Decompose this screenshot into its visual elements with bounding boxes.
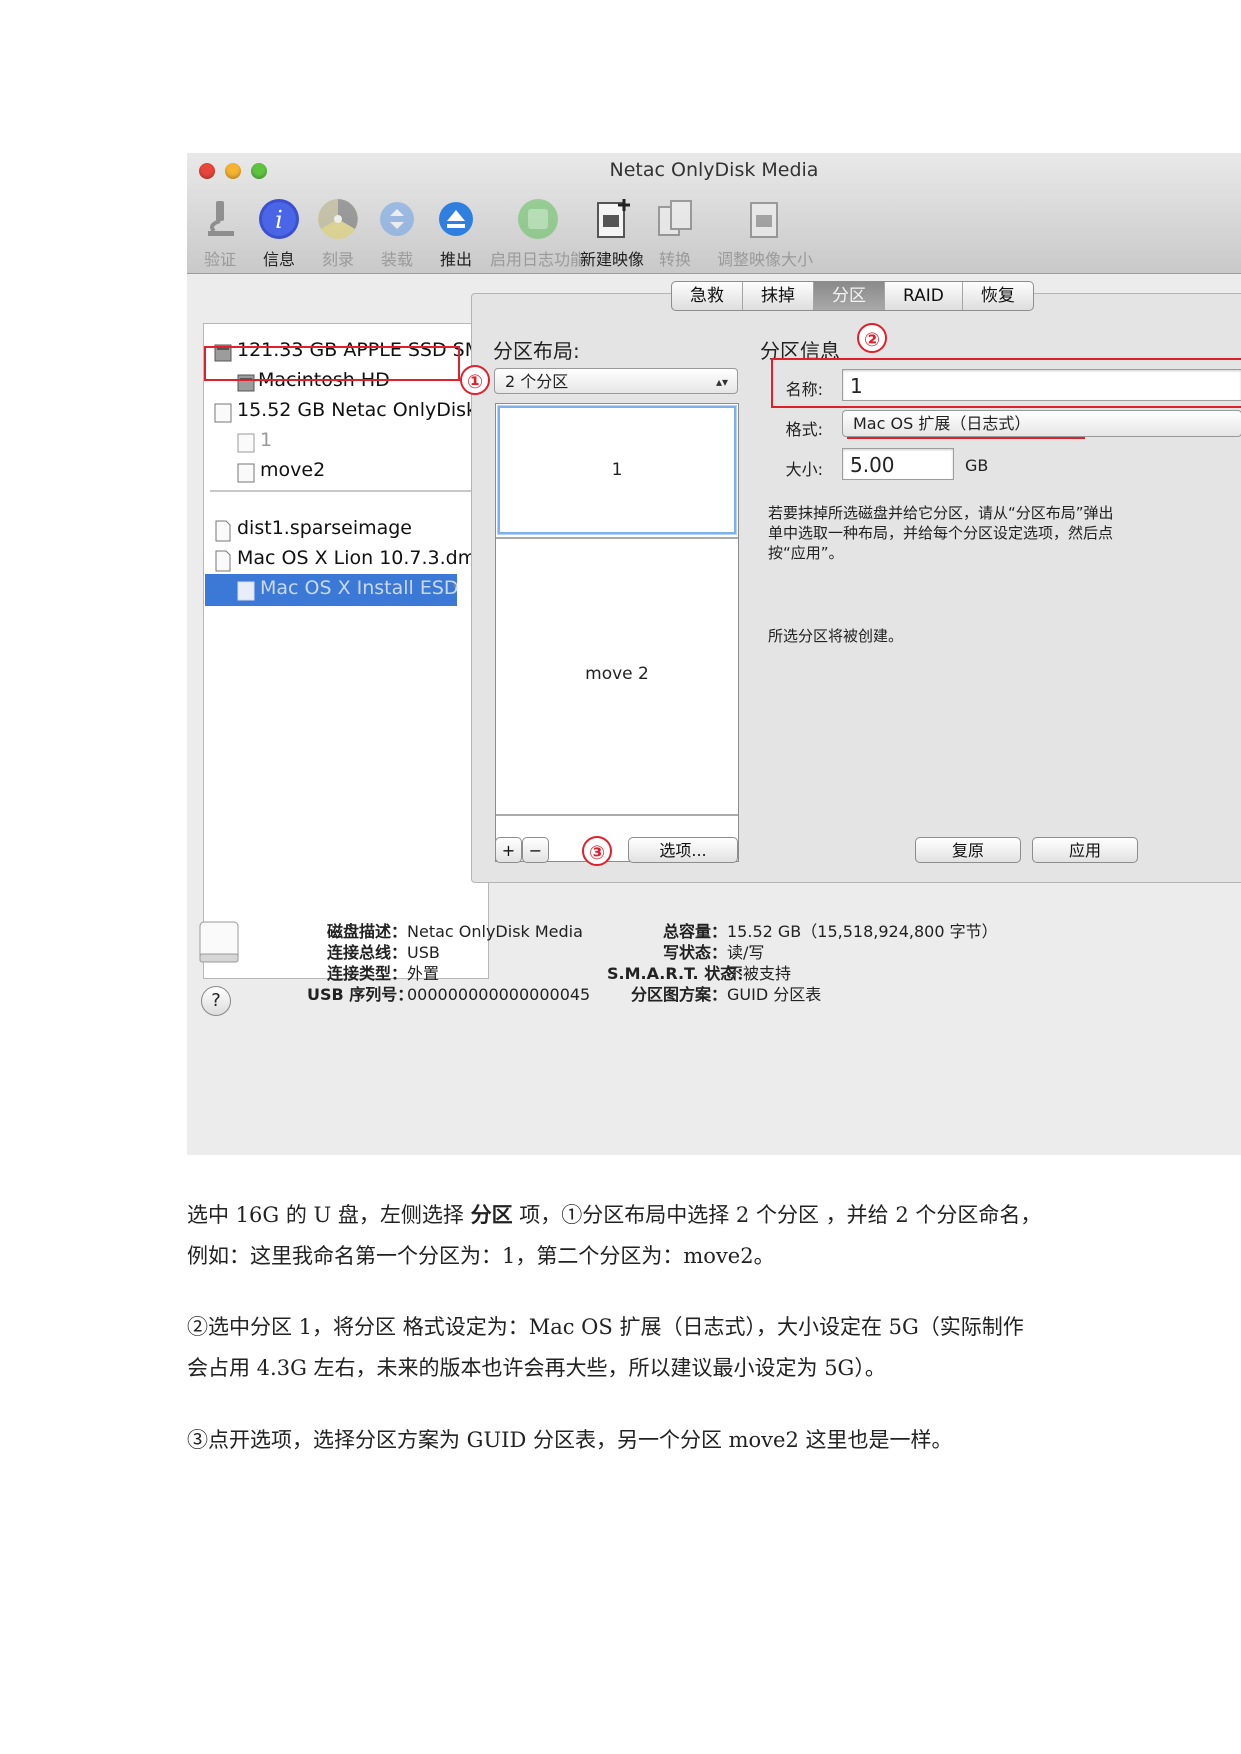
marker-1: ① — [460, 365, 490, 395]
format-underline — [847, 437, 1085, 439]
info-value: GUID 分区表 — [727, 985, 822, 1004]
image-item-dmg[interactable]: Mac OS X Lion 10.7.3.dmg — [204, 544, 488, 576]
toolbar-enable-journaling[interactable]: 启用日志功能 — [490, 197, 586, 273]
partition-name-input[interactable]: 1 — [842, 369, 1241, 401]
info-value: 000000000000000045 — [407, 985, 591, 1004]
tab-erase[interactable]: 抹掉 — [743, 282, 814, 310]
toolbar-convert[interactable]: 转换 — [644, 197, 706, 273]
remove-partition-button[interactable]: − — [522, 837, 549, 863]
partition-layout-map[interactable]: 1 move 2 — [495, 403, 739, 862]
volume-item-label: 1 — [260, 429, 273, 451]
revert-button[interactable]: 复原 — [915, 837, 1021, 863]
help-button[interactable]: ? — [201, 986, 231, 1016]
info-right-col: 总容量：15.52 GB（15,518,924,800 字节） 写状态：读/写 … — [607, 918, 1027, 1004]
instruction-paragraph-1: 选中 16G 的 U 盘，左侧选择 分区 项，①分区布局中选择 2 个分区 ，并… — [187, 1195, 1167, 1277]
image-item-label: dist1.sparseimage — [237, 517, 412, 539]
tab-first-aid[interactable]: 急救 — [672, 282, 743, 310]
title-bar: Netac OnlyDisk Media 验证 i 信息 刻录 装载 推出 启用… — [187, 153, 1241, 274]
partition-block-name: 1 — [611, 460, 623, 480]
svg-text:i: i — [275, 206, 283, 234]
help-line-3: 按“应用”。 — [768, 544, 844, 562]
volume-item-1[interactable]: 1 — [204, 426, 488, 458]
apply-button[interactable]: 应用 — [1032, 837, 1138, 863]
help-line-2: 单中选取一种布局，并给每个分区设定选项，然后点 — [768, 524, 1114, 542]
volume-icon — [237, 433, 255, 453]
image-item-sparseimage[interactable]: dist1.sparseimage — [204, 514, 488, 546]
disk-item-label: 15.52 GB Netac OnlyDisk... — [237, 399, 496, 421]
image-item-label: Mac OS X Lion 10.7.3.dmg — [237, 547, 489, 569]
tab-raid[interactable]: RAID — [885, 282, 963, 310]
partition-block-1[interactable]: 1 — [498, 406, 736, 534]
partition-layout-label: 分区布局: — [493, 339, 580, 363]
marker-2: ② — [857, 323, 887, 353]
add-partition-button[interactable]: + — [495, 837, 522, 863]
text-run: 选中 16G 的 U 盘，左侧选择 — [187, 1203, 471, 1227]
partition-free-area — [496, 814, 738, 816]
text-run: 项，①分区布局中选择 2 个分区 ，并给 2 个分区命名， — [512, 1203, 1042, 1227]
mount-icon — [380, 202, 414, 236]
help-line-1: 若要抹掉所选磁盘并给它分区，请从“分区布局”弹出 — [768, 504, 1114, 522]
external-disk-icon — [214, 403, 232, 423]
microscope-icon — [208, 201, 234, 236]
info-left-col: 磁盘描述：Netac OnlyDisk Media 连接总线：USB 连接类型：… — [307, 918, 591, 1004]
function-tabs: 急救 抹掉 分区 RAID 恢复 — [671, 281, 1034, 311]
marker-3: ③ — [582, 836, 612, 866]
instruction-line: 会占用 4.3G 左右，未来的版本也许会再大些，所以建议最小设定为 5G）。 — [187, 1356, 886, 1380]
partition-size-input[interactable]: 5.00 — [842, 448, 954, 480]
instruction-line: 选中 16G 的 U 盘，左侧选择 分区 项，①分区布局中选择 2 个分区 ，并… — [187, 1195, 1167, 1236]
volume-item-label: move2 — [260, 459, 326, 481]
journaling-icon — [518, 199, 558, 239]
volume-item-install-esd[interactable]: Mac OS X Install ESD — [205, 574, 459, 606]
text-bold: 分区 — [470, 1203, 513, 1227]
toolbar-eject[interactable]: 推出 — [425, 197, 487, 273]
instruction-paragraph-3: ③点开选项，选择分区方案为 GUID 分区表，另一个分区 move2 这里也是一… — [187, 1420, 1167, 1461]
name-label: 名称: — [785, 380, 823, 399]
toolbar-resize-image[interactable]: 调整映像大小 — [717, 197, 813, 273]
tab-partition[interactable]: 分区 — [814, 282, 885, 310]
info-key: 分区图方案： — [630, 985, 727, 1004]
info-icon: i — [259, 199, 299, 239]
new-image-icon — [597, 199, 630, 238]
document-icon — [215, 550, 231, 572]
size-unit: GB — [965, 456, 989, 475]
partition-layout-popup[interactable]: 2 个分区 ▴▾ — [494, 368, 738, 394]
volume-item-label: Mac OS X Install ESD — [260, 577, 459, 599]
disk-utility-window: Netac OnlyDisk Media 验证 i 信息 刻录 装载 推出 启用… — [187, 153, 1241, 1155]
disk-item-netac[interactable]: 15.52 GB Netac OnlyDisk... — [204, 396, 495, 428]
sidebar-divider — [210, 490, 482, 492]
info-key: USB 序列号： — [307, 985, 414, 1004]
info-value: 15.52 GB（15,518,924,800 字节） — [727, 922, 998, 941]
usb-drive-icon — [199, 921, 239, 963]
options-button[interactable]: 选项... — [628, 837, 738, 863]
format-popup[interactable]: Mac OS 扩展（日志式） — [842, 410, 1241, 437]
partition-block-move2[interactable]: move 2 — [496, 540, 738, 814]
eject-icon — [439, 202, 473, 236]
partition-resize-handle[interactable] — [496, 537, 738, 539]
partition-layout-value: 2 个分区 — [505, 372, 569, 391]
popup-arrows-icon: ▴▾ — [715, 375, 728, 389]
volume-icon — [237, 581, 255, 601]
partition-status-text: 所选分区将被创建。 — [768, 627, 904, 645]
highlight-box-netac-disk — [204, 346, 460, 381]
instruction-paragraph-2: ②选中分区 1，将分区 格式设定为：Mac OS 扩展（日志式），大小设定在 5… — [187, 1307, 1167, 1389]
window-title: Netac OnlyDisk Media — [609, 159, 819, 181]
volume-icon — [237, 463, 255, 483]
instruction-line: 例如：这里我命名第一个分区为：1，第二个分区为：move2。 — [187, 1244, 775, 1268]
resize-image-icon — [750, 202, 778, 238]
instruction-line: ③点开选项，选择分区方案为 GUID 分区表，另一个分区 move2 这里也是一… — [187, 1428, 953, 1452]
toolbar-label: 调整映像大小 — [716, 250, 813, 269]
burn-icon — [318, 199, 358, 239]
instruction-line: ②选中分区 1，将分区 格式设定为：Mac OS 扩展（日志式），大小设定在 5… — [187, 1315, 1024, 1339]
format-value: Mac OS 扩展（日志式） — [853, 414, 1031, 433]
size-label: 大小: — [785, 460, 823, 479]
disk-list-sidebar[interactable]: 121.33 GB APPLE SSD SM1.. Macintosh HD 1… — [203, 323, 505, 979]
toolbar-label: 转换 — [658, 250, 691, 269]
format-label: 格式: — [785, 420, 823, 439]
sidebar-resize-dot[interactable]: • — [452, 581, 458, 592]
partition-block-name: move 2 — [585, 664, 649, 684]
tab-restore[interactable]: 恢复 — [963, 282, 1033, 310]
volume-item-move2[interactable]: move2 — [204, 456, 488, 488]
convert-icon — [658, 200, 692, 236]
document-icon — [215, 520, 231, 542]
